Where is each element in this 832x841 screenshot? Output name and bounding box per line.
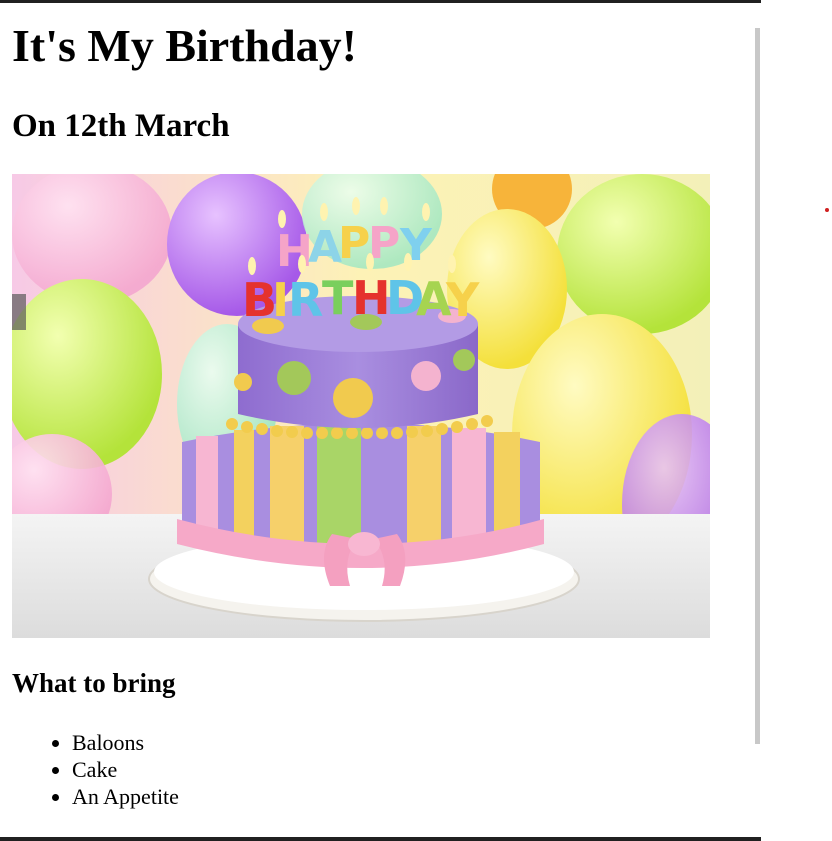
svg-text:I: I [272,273,289,327]
bring-list: Baloons Cake An Appetite [12,729,179,810]
svg-text:A: A [308,222,342,273]
page-frame: It's My Birthday! On 12th March H A P P … [0,0,761,841]
svg-text:P: P [338,218,370,269]
section-heading: What to bring [12,668,176,698]
list-item: Cake [72,756,179,783]
svg-text:H: H [352,271,391,325]
red-dot-marker [825,208,829,212]
birthday-cake-image: H A P P Y B I R T H D A Y [12,174,710,638]
list-item: An Appetite [72,783,179,810]
svg-text:Y: Y [445,273,480,327]
svg-text:T: T [322,271,354,325]
page-subtitle: On 12th March [12,108,230,144]
page-title: It's My Birthday! [12,20,357,71]
list-item: Baloons [72,729,179,756]
scrollbar[interactable] [755,28,760,744]
svg-text:R: R [288,273,323,327]
